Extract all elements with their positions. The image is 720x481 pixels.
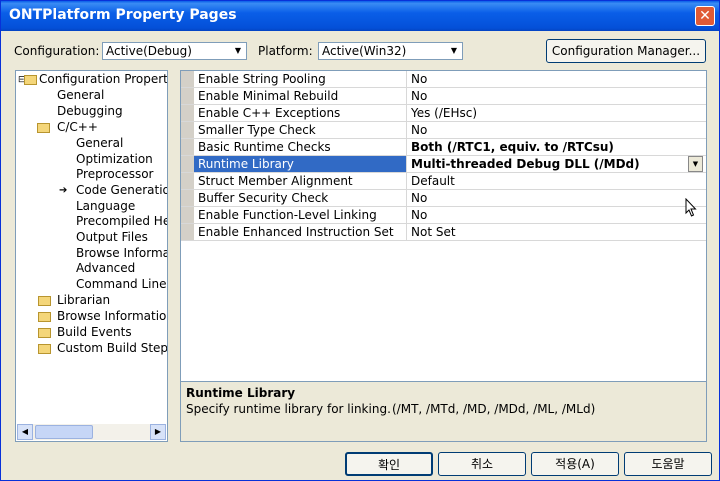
- horizontal-scrollbar[interactable]: ◀ ▶: [17, 424, 166, 440]
- property-row[interactable]: Struct Member Alignment Default: [181, 173, 706, 190]
- folder-open-icon: [24, 75, 37, 85]
- tree-item-browse-information-folder[interactable]: Browse Information: [57, 309, 167, 324]
- row-gutter: [181, 105, 194, 121]
- property-row-selected[interactable]: Runtime Library Multi-threaded Debug DLL …: [181, 156, 706, 173]
- property-value: No: [411, 72, 428, 86]
- configuration-label: Configuration:: [14, 44, 100, 58]
- property-name: Runtime Library: [194, 156, 407, 172]
- tree-item-configuration-properties[interactable]: Configuration Properties: [39, 72, 167, 87]
- cancel-button[interactable]: 취소: [438, 452, 526, 476]
- close-icon: ✕: [699, 8, 711, 24]
- row-gutter: [181, 190, 194, 206]
- close-button[interactable]: ✕: [695, 6, 715, 26]
- property-name: Enable C++ Exceptions: [194, 105, 407, 121]
- property-value: No: [411, 208, 428, 222]
- row-gutter: [181, 224, 194, 240]
- property-name: Smaller Type Check: [194, 122, 407, 138]
- scroll-left-icon[interactable]: ◀: [17, 424, 33, 440]
- description-text: Specify runtime library for linking.: [186, 402, 391, 416]
- tree-item-librarian[interactable]: Librarian: [57, 293, 110, 308]
- row-gutter: [181, 88, 194, 104]
- apply-button[interactable]: 적용(A): [531, 452, 619, 476]
- configuration-select[interactable]: Active(Debug) ▼: [102, 42, 247, 60]
- property-pages-dialog: ONTPlatform Property Pages ✕ Configurati…: [0, 0, 720, 481]
- folder-open-icon: [37, 123, 50, 133]
- help-button[interactable]: 도움말: [624, 452, 712, 476]
- property-name: Enable String Pooling: [194, 71, 407, 87]
- property-name: Buffer Security Check: [194, 190, 407, 206]
- platform-label: Platform:: [258, 44, 313, 58]
- property-row[interactable]: Enable Minimal Rebuild No: [181, 88, 706, 105]
- property-name: Enable Function-Level Linking: [194, 207, 407, 223]
- tree-item-optimization[interactable]: Optimization: [76, 152, 153, 167]
- property-value: No: [411, 89, 428, 103]
- description-title: Runtime Library: [186, 386, 296, 400]
- property-row[interactable]: Enable Enhanced Instruction Set Not Set: [181, 224, 706, 241]
- folder-icon: [38, 312, 51, 322]
- description-panel: Runtime Library Specify runtime library …: [180, 381, 707, 442]
- row-gutter: [181, 156, 194, 172]
- mouse-cursor-icon: [685, 198, 697, 217]
- property-tree[interactable]: ⊟ Configuration Properties General Debug…: [15, 70, 168, 442]
- tree-item-debugging[interactable]: Debugging: [57, 104, 123, 119]
- title-bar[interactable]: ONTPlatform Property Pages ✕: [1, 1, 719, 31]
- selected-arrow-icon: ➔: [59, 185, 68, 196]
- tree-item-custom-build-step[interactable]: Custom Build Step: [57, 341, 167, 356]
- tree-item-cpp-general[interactable]: General: [76, 136, 123, 151]
- scroll-thumb[interactable]: [35, 425, 93, 439]
- ok-button[interactable]: 확인: [345, 452, 433, 476]
- property-row[interactable]: Smaller Type Check No: [181, 122, 706, 139]
- folder-icon: [38, 296, 51, 306]
- tree-item-advanced[interactable]: Advanced: [76, 261, 135, 276]
- tree-item-command-line[interactable]: Command Line: [76, 277, 167, 292]
- property-value-dropdown[interactable]: Multi-threaded Debug DLL (/MDd) ▼: [407, 156, 706, 172]
- scroll-right-icon[interactable]: ▶: [150, 424, 166, 440]
- platform-select[interactable]: Active(Win32) ▼: [318, 42, 463, 60]
- property-value: No: [411, 191, 428, 205]
- row-gutter: [181, 122, 194, 138]
- configuration-value: Active(Debug): [106, 44, 192, 58]
- dropdown-arrow-icon[interactable]: ▼: [688, 156, 703, 172]
- folder-icon: [38, 328, 51, 338]
- tree-item-code-generation[interactable]: Code Generation: [76, 183, 167, 198]
- tree-item-precompiled-headers[interactable]: Precompiled Headers: [76, 214, 167, 229]
- property-value: Yes (/EHsc): [411, 106, 478, 120]
- description-options: (/MT, /MTd, /MD, /MDd, /ML, /MLd): [392, 402, 596, 416]
- window-title: ONTPlatform Property Pages: [9, 7, 237, 23]
- row-gutter: [181, 207, 194, 223]
- property-row[interactable]: Enable C++ Exceptions Yes (/EHsc): [181, 105, 706, 122]
- property-value: Not Set: [411, 225, 456, 239]
- tree-item-cpp[interactable]: C/C++: [57, 120, 98, 135]
- platform-value: Active(Win32): [322, 44, 407, 58]
- property-name: Enable Enhanced Instruction Set: [194, 224, 407, 240]
- chevron-down-icon: ▼: [234, 46, 242, 55]
- property-row[interactable]: Enable String Pooling No: [181, 71, 706, 88]
- tree-item-preprocessor[interactable]: Preprocessor: [76, 167, 153, 182]
- tree-item-general[interactable]: General: [57, 88, 104, 103]
- property-value: Default: [411, 174, 455, 188]
- chevron-down-icon: ▼: [450, 46, 458, 55]
- folder-icon: [38, 344, 51, 354]
- property-row[interactable]: Basic Runtime Checks Both (/RTC1, equiv. …: [181, 139, 706, 156]
- tree-item-output-files[interactable]: Output Files: [76, 230, 148, 245]
- tree-item-build-events[interactable]: Build Events: [57, 325, 132, 340]
- property-row[interactable]: Enable Function-Level Linking No: [181, 207, 706, 224]
- property-value: Both (/RTC1, equiv. to /RTCsu): [411, 140, 614, 154]
- tree-item-language[interactable]: Language: [76, 199, 135, 214]
- property-name: Basic Runtime Checks: [194, 139, 407, 155]
- property-name: Struct Member Alignment: [194, 173, 407, 189]
- row-gutter: [181, 139, 194, 155]
- row-gutter: [181, 173, 194, 189]
- tree-item-browse-information[interactable]: Browse Information: [76, 246, 167, 261]
- property-value: No: [411, 123, 428, 137]
- property-name: Enable Minimal Rebuild: [194, 88, 407, 104]
- row-gutter: [181, 71, 194, 87]
- property-value-text: Multi-threaded Debug DLL (/MDd): [411, 157, 640, 171]
- property-row[interactable]: Buffer Security Check No: [181, 190, 706, 207]
- configuration-manager-button[interactable]: Configuration Manager...: [546, 39, 706, 63]
